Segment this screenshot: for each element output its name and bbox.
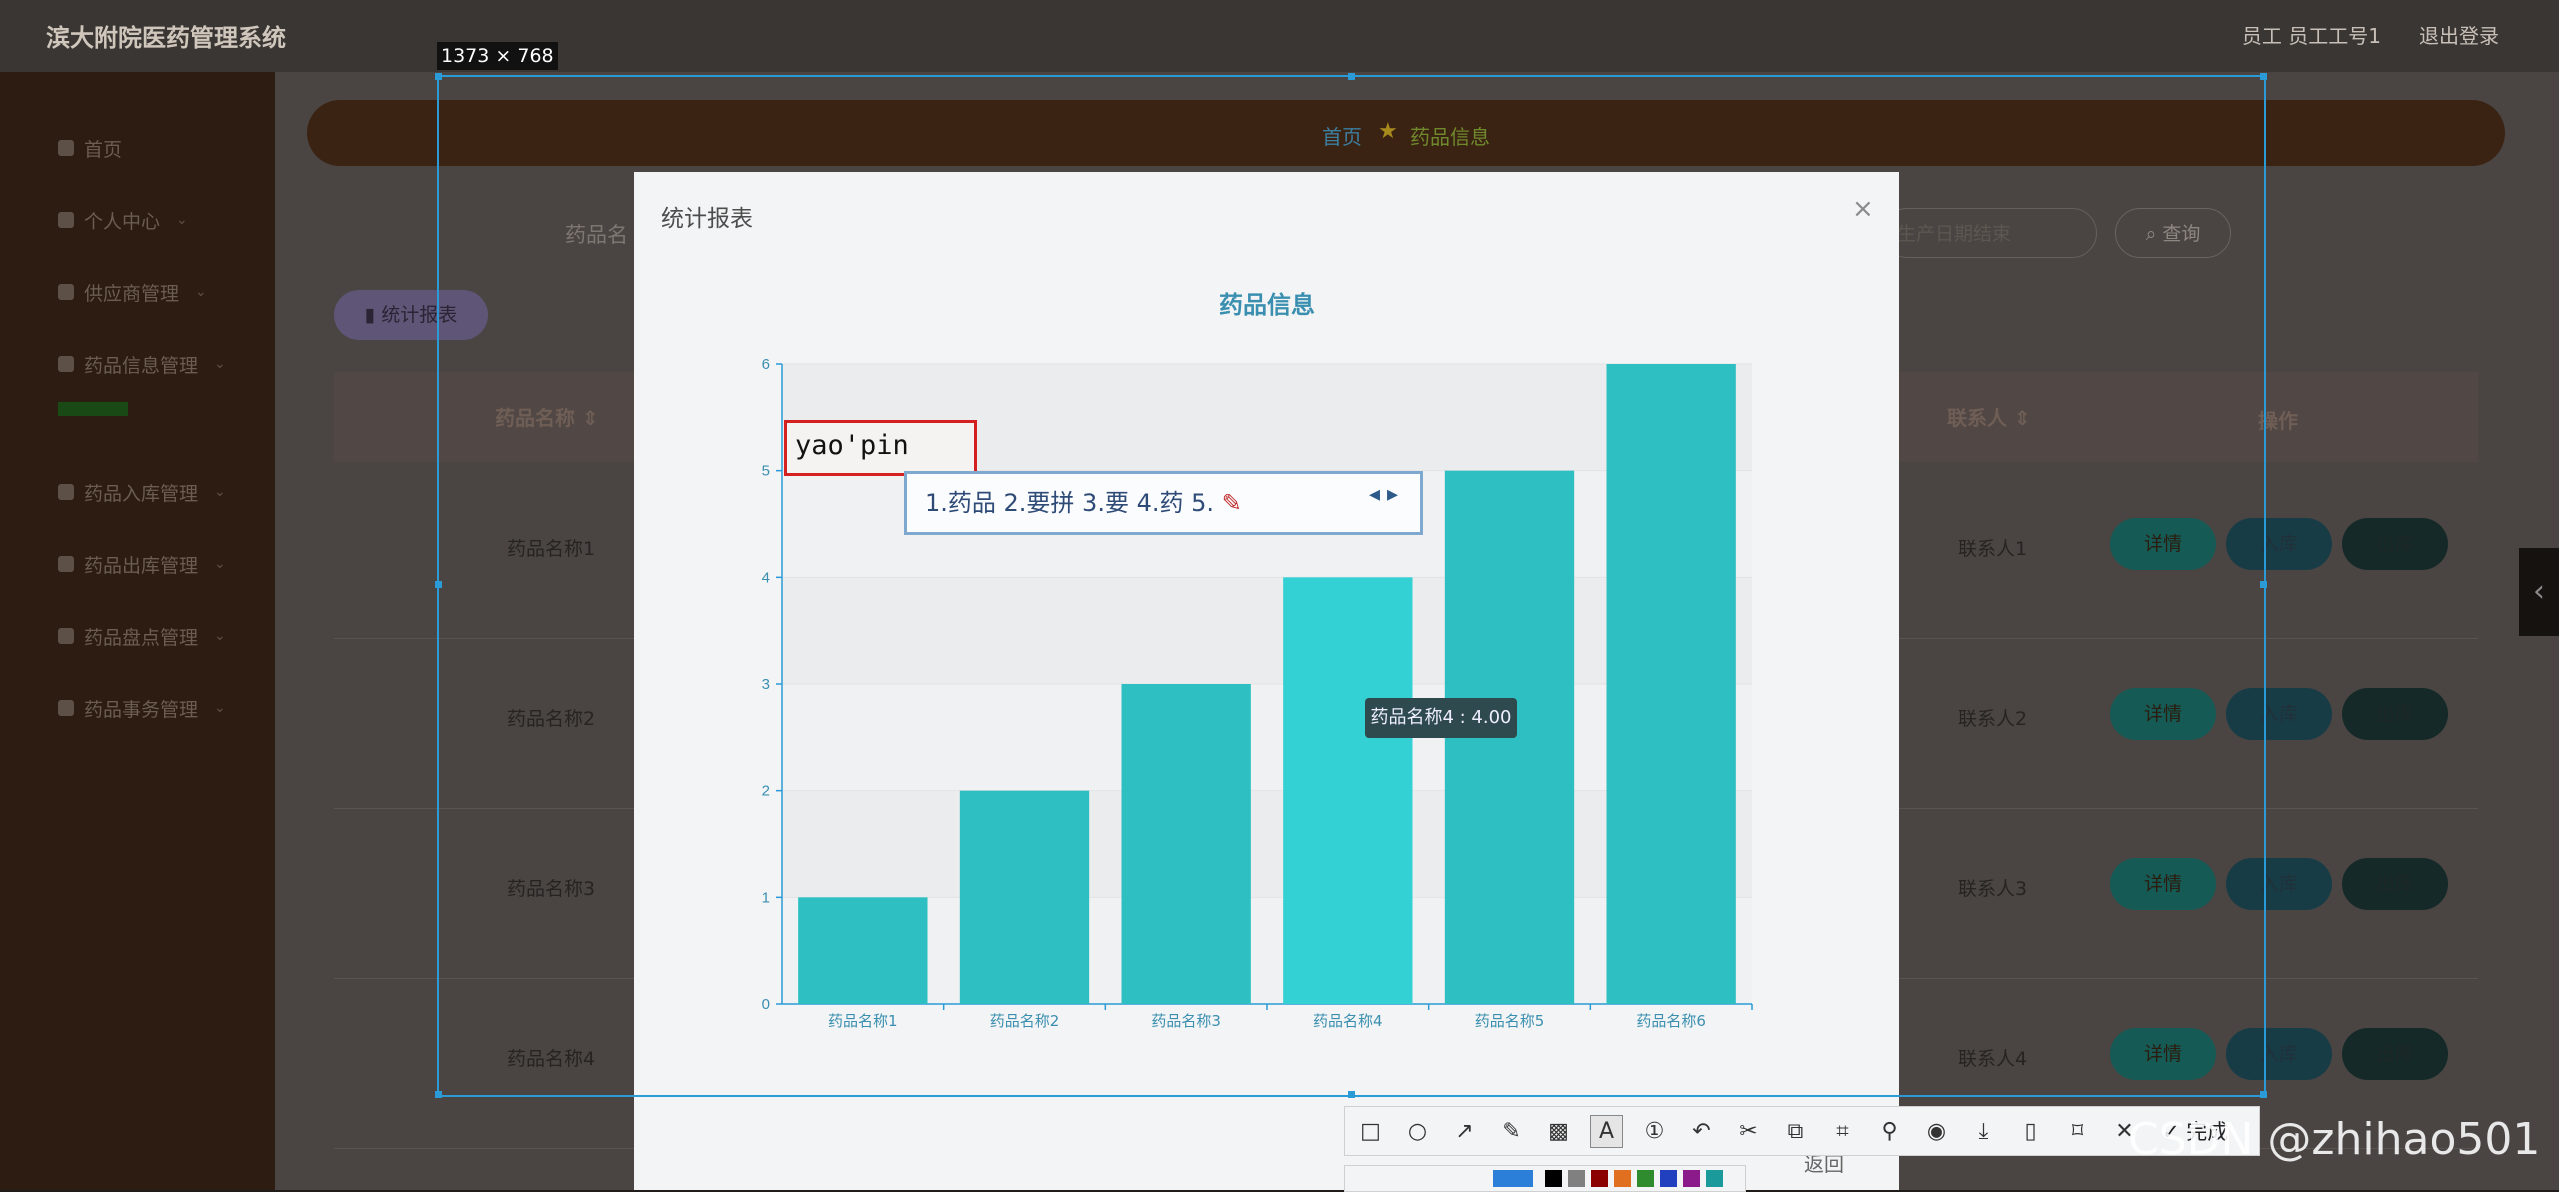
number-tool-icon[interactable]: ① [1639,1116,1670,1147]
chevron-down-icon: ⌄ [176,212,188,228]
sidebar-item-label: 药品盘点管理 [84,626,199,649]
sidebar-item-label: 药品信息管理 [84,354,199,377]
color-swatch[interactable] [1591,1170,1608,1187]
phone-icon[interactable]: ▯ [2015,1116,2046,1147]
grid-icon [58,556,74,572]
chevron-down-icon: ⌄ [214,484,226,500]
logout-link[interactable]: 退出登录 [2419,20,2499,49]
chevron-down-icon: ⌄ [214,556,226,572]
resize-handle[interactable] [435,1091,442,1098]
selection-rectangle[interactable] [437,75,2266,1097]
selection-dimensions: 1373 × 768 [437,42,558,70]
user-icon [58,212,74,228]
color-swatch[interactable] [1637,1170,1654,1187]
watermark: CSDN @zhihao501 [2128,1114,2541,1165]
list-icon [58,700,74,716]
undo-icon[interactable]: ↶ [1686,1116,1717,1147]
pencil-tool-icon[interactable]: ✎ [1496,1116,1527,1147]
sidebar-item-5[interactable]: 药品出库管理 ⌄ [58,544,258,584]
color-swatch[interactable] [1683,1170,1700,1187]
sidebar-item-1[interactable]: 个人中心 ⌄ [58,200,258,240]
home-icon [58,140,74,156]
sidebar-item-label: 个人中心 [84,210,161,233]
sidebar-item-4[interactable]: 药品入库管理 ⌄ [58,472,258,512]
resize-handle[interactable] [1348,73,1355,80]
color-swatch[interactable] [1614,1170,1631,1187]
sidebar: 首页 个人中心 ⌄ 供应商管理 ⌄ 药品信息管理 ⌄ 药品入库管理 ⌄ 药品出库管理 ⌄ 药品盘点管理… [0,72,275,1190]
bookmark-icon[interactable]: ⌑ [2062,1116,2093,1147]
resize-handle[interactable] [435,73,442,80]
ime-candidates: 1.药品 2.要拼 3.要 4.药 5. [925,489,1215,517]
sidebar-item-3[interactable]: 药品信息管理 ⌄ [58,344,258,384]
chevron-down-icon: ⌄ [214,700,226,716]
ime-candidate-list[interactable]: 1.药品 2.要拼 3.要 4.药 5. ✎ [904,471,1423,535]
color-swatch[interactable] [1545,1170,1562,1187]
mosaic-tool-icon[interactable]: ▩ [1543,1116,1574,1147]
sidebar-item-2[interactable]: 供应商管理 ⌄ [58,272,258,312]
stock-out-button[interactable]: 出库 [2342,1028,2448,1080]
resize-handle[interactable] [2260,73,2267,80]
resize-handle[interactable] [435,581,442,588]
grid-icon [58,628,74,644]
color-swatch[interactable] [1493,1170,1533,1187]
bar-chart-icon: ▮ [364,304,382,326]
sidebar-item-label: 药品事务管理 [84,698,199,721]
sidebar-item-label: 供应商管理 [84,282,180,305]
chevron-down-icon: ⌄ [214,356,226,372]
ellipse-tool-icon[interactable]: ○ [1402,1116,1433,1147]
collapse-tab-chevron-left-icon[interactable]: ‹ [2519,548,2559,636]
stock-out-button[interactable]: 出库 [2342,858,2448,910]
bag-icon [58,356,74,372]
current-user: 员工 员工工号1 [2241,24,2381,48]
sidebar-item-0[interactable]: 首页 [58,128,258,168]
translate-icon[interactable]: ⧉ [1780,1116,1811,1147]
stock-out-button[interactable]: 出库 [2342,518,2448,570]
sidebar-item-label: 药品入库管理 [84,482,199,505]
list-icon [58,284,74,300]
resize-handle[interactable] [1348,1091,1355,1098]
app-title: 滨大附院医药管理系统 [46,23,286,52]
ime-composition-text: yao'pin [795,430,909,461]
pin-icon[interactable]: ⚲ [1874,1116,1905,1147]
chevron-down-icon: ⌄ [195,284,207,300]
sidebar-item-label: 药品出库管理 [84,554,199,577]
sidebar-active-indicator [58,402,128,416]
color-palette [1344,1165,1746,1192]
rectangle-tool-icon[interactable]: □ [1355,1116,1386,1147]
resize-handle[interactable] [2260,581,2267,588]
sidebar-item-label: 首页 [84,138,123,161]
color-swatch[interactable] [1660,1170,1677,1187]
chevron-down-icon: ⌄ [214,628,226,644]
pen-icon: ✎ [1221,489,1242,517]
color-swatch[interactable] [1568,1170,1585,1187]
ime-page-arrows-icon[interactable]: ◂ ▸ [1369,482,1398,507]
list-icon [58,484,74,500]
sidebar-item-6[interactable]: 药品盘点管理 ⌄ [58,616,258,656]
top-bar [0,0,2559,72]
record-icon[interactable]: ◉ [1921,1116,1952,1147]
download-icon[interactable]: ⤓ [1968,1116,1999,1147]
resize-handle[interactable] [2260,1091,2267,1098]
color-swatch[interactable] [1706,1170,1723,1187]
ocr-icon[interactable]: ⌗ [1827,1116,1858,1147]
stock-out-button[interactable]: 出库 [2342,688,2448,740]
arrow-tool-icon[interactable]: ↗ [1449,1116,1480,1147]
cut-icon[interactable]: ✂ [1733,1116,1764,1147]
sidebar-item-7[interactable]: 药品事务管理 ⌄ [58,688,258,728]
screenshot-toolbar: □ ○ ↗ ✎ ▩ A ① ↶ ✂ ⧉ ⌗ ⚲ ◉ ⤓ ▯ ⌑ ✕ ✓ 完成 [1344,1106,2260,1156]
text-tool-icon[interactable]: A [1590,1114,1623,1148]
